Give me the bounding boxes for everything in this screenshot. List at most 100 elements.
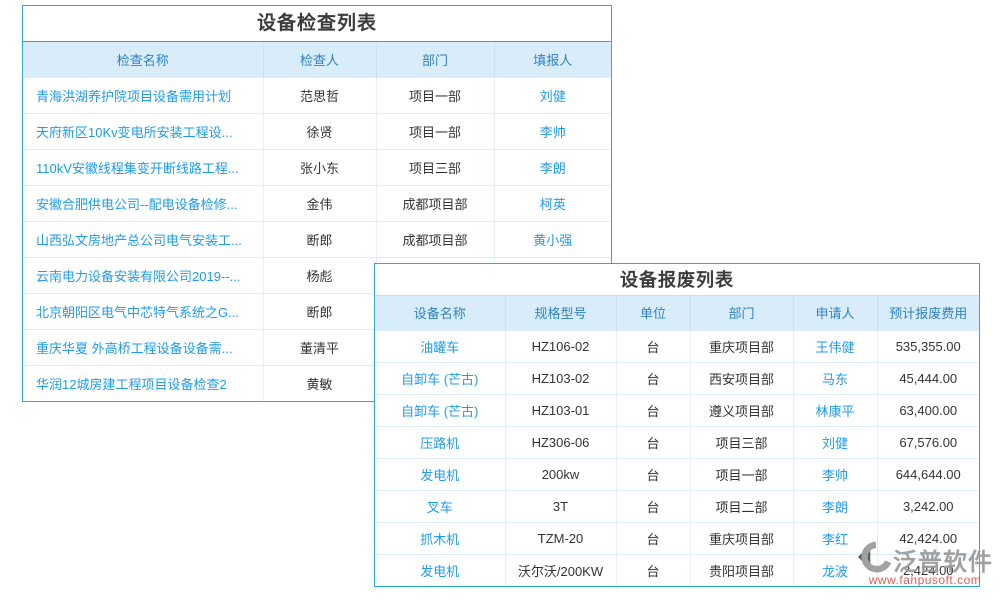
table-row: 油罐车 HZ106-02 台 重庆项目部 王伟健 535,355.00	[375, 330, 979, 362]
table-row: 压路机 HZ306-06 台 项目三部 刘健 67,576.00	[375, 426, 979, 458]
reporter-link[interactable]: 柯英	[494, 185, 611, 221]
inspection-header-row: 检查名称 检查人 部门 填报人	[23, 42, 611, 77]
table-row: 叉车 3T 台 项目二部 李朗 3,242.00	[375, 490, 979, 522]
inspector-cell: 董清平	[263, 329, 376, 365]
scrap-header-row: 设备名称 规格型号 单位 部门 申请人 预计报废费用	[375, 296, 979, 330]
equipment-name-link[interactable]: 压路机	[375, 426, 505, 458]
equipment-name-link[interactable]: 叉车	[375, 490, 505, 522]
inspection-name-link[interactable]: 110kV安徽线程集变开断线路工程...	[23, 149, 263, 185]
inspection-name-link[interactable]: 安徽合肥供电公司--配电设备检修...	[23, 185, 263, 221]
unit-cell: 台	[616, 426, 690, 458]
inspector-cell: 金伟	[263, 185, 376, 221]
model-cell: HZ103-01	[505, 394, 616, 426]
inspector-cell: 黄敏	[263, 365, 376, 401]
model-cell: HZ306-06	[505, 426, 616, 458]
inspection-name-link[interactable]: 北京朝阳区电气中芯特气系统之G...	[23, 293, 263, 329]
inspection-name-link[interactable]: 重庆华夏 外高桥工程设备设备需...	[23, 329, 263, 365]
reporter-link[interactable]: 刘健	[494, 77, 611, 113]
cost-cell: 67,576.00	[877, 426, 979, 458]
department-cell: 项目一部	[376, 77, 494, 113]
watermark-url-text: www.fanpusoft.com	[850, 573, 1000, 587]
department-cell: 贵阳项目部	[690, 554, 793, 586]
reporter-link[interactable]: 李朗	[494, 149, 611, 185]
column-header-scrap-cost: 预计报废费用	[877, 296, 979, 330]
cost-cell: 644,644.00	[877, 458, 979, 490]
column-header-department: 部门	[376, 42, 494, 77]
table-row: 青海洪湖养护院项目设备需用计划 范思哲 项目一部 刘健	[23, 77, 611, 113]
department-cell: 西安项目部	[690, 362, 793, 394]
cost-cell: 63,400.00	[877, 394, 979, 426]
equipment-name-link[interactable]: 发电机	[375, 458, 505, 490]
table-row: 自卸车 (芒古) HZ103-02 台 西安项目部 马东 45,444.00	[375, 362, 979, 394]
department-cell: 项目二部	[690, 490, 793, 522]
column-header-unit: 单位	[616, 296, 690, 330]
inspector-cell: 张小东	[263, 149, 376, 185]
table-row: 天府新区10Kv变电所安装工程设... 徐贤 项目一部 李帅	[23, 113, 611, 149]
inspection-list-title: 设备检查列表	[23, 6, 611, 42]
applicant-link[interactable]: 马东	[793, 362, 877, 394]
department-cell: 项目一部	[376, 113, 494, 149]
applicant-link[interactable]: 李帅	[793, 458, 877, 490]
cost-cell: 45,444.00	[877, 362, 979, 394]
inspection-name-link[interactable]: 青海洪湖养护院项目设备需用计划	[23, 77, 263, 113]
watermark-brand-text: 泛普软件	[893, 542, 993, 577]
vendor-watermark: 泛普软件 www.fanpusoft.com	[850, 541, 1000, 587]
column-header-department: 部门	[690, 296, 793, 330]
unit-cell: 台	[616, 330, 690, 362]
inspector-cell: 杨彪	[263, 257, 376, 293]
table-row: 发电机 200kw 台 项目一部 李帅 644,644.00	[375, 458, 979, 490]
equipment-name-link[interactable]: 发电机	[375, 554, 505, 586]
inspector-cell: 范思哲	[263, 77, 376, 113]
table-row: 安徽合肥供电公司--配电设备检修... 金伟 成都项目部 柯英	[23, 185, 611, 221]
department-cell: 遵义项目部	[690, 394, 793, 426]
cost-cell: 535,355.00	[877, 330, 979, 362]
model-cell: TZM-20	[505, 522, 616, 554]
model-cell: 200kw	[505, 458, 616, 490]
unit-cell: 台	[616, 522, 690, 554]
applicant-link[interactable]: 王伟健	[793, 330, 877, 362]
cost-cell: 3,242.00	[877, 490, 979, 522]
equipment-name-link[interactable]: 自卸车 (芒古)	[375, 394, 505, 426]
column-header-applicant: 申请人	[793, 296, 877, 330]
model-cell: 3T	[505, 490, 616, 522]
unit-cell: 台	[616, 490, 690, 522]
unit-cell: 台	[616, 458, 690, 490]
table-row: 山西弘文房地产总公司电气安装工... 断郎 成都项目部 黄小强	[23, 221, 611, 257]
unit-cell: 台	[616, 394, 690, 426]
equipment-name-link[interactable]: 自卸车 (芒古)	[375, 362, 505, 394]
applicant-link[interactable]: 刘健	[793, 426, 877, 458]
column-header-equipment-name: 设备名称	[375, 296, 505, 330]
department-cell: 重庆项目部	[690, 330, 793, 362]
unit-cell: 台	[616, 554, 690, 586]
unit-cell: 台	[616, 362, 690, 394]
model-cell: HZ103-02	[505, 362, 616, 394]
inspector-cell: 断郎	[263, 221, 376, 257]
model-cell: HZ106-02	[505, 330, 616, 362]
inspector-cell: 徐贤	[263, 113, 376, 149]
inspection-name-link[interactable]: 天府新区10Kv变电所安装工程设...	[23, 113, 263, 149]
scrap-list-title: 设备报废列表	[375, 264, 979, 296]
column-header-model: 规格型号	[505, 296, 616, 330]
reporter-link[interactable]: 李帅	[494, 113, 611, 149]
department-cell: 项目三部	[376, 149, 494, 185]
equipment-name-link[interactable]: 油罐车	[375, 330, 505, 362]
table-row: 110kV安徽线程集变开断线路工程... 张小东 项目三部 李朗	[23, 149, 611, 185]
department-cell: 项目一部	[690, 458, 793, 490]
column-header-reporter: 填报人	[494, 42, 611, 77]
applicant-link[interactable]: 李朗	[793, 490, 877, 522]
inspection-name-link[interactable]: 山西弘文房地产总公司电气安装工...	[23, 221, 263, 257]
model-cell: 沃尔沃/200KW	[505, 554, 616, 586]
inspection-name-link[interactable]: 华润12城房建工程项目设备检查2	[23, 365, 263, 401]
department-cell: 重庆项目部	[690, 522, 793, 554]
scrap-list-panel: 设备报废列表 设备名称 规格型号 单位 部门 申请人 预计报废费用 油罐车 HZ…	[374, 263, 980, 587]
applicant-link[interactable]: 林康平	[793, 394, 877, 426]
column-header-check-name: 检查名称	[23, 42, 263, 77]
inspector-cell: 断郎	[263, 293, 376, 329]
department-cell: 成都项目部	[376, 185, 494, 221]
equipment-name-link[interactable]: 抓木机	[375, 522, 505, 554]
table-row: 自卸车 (芒古) HZ103-01 台 遵义项目部 林康平 63,400.00	[375, 394, 979, 426]
inspection-name-link[interactable]: 云南电力设备安装有限公司2019--...	[23, 257, 263, 293]
department-cell: 成都项目部	[376, 221, 494, 257]
column-header-inspector: 检查人	[263, 42, 376, 77]
reporter-link[interactable]: 黄小强	[494, 221, 611, 257]
